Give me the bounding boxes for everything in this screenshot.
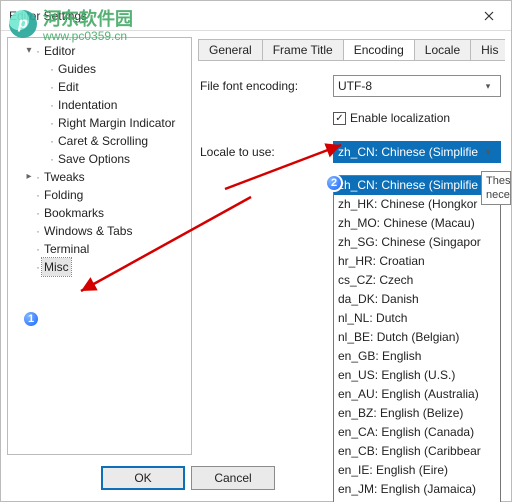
locale-option[interactable]: en_AU: English (Australia) [334, 385, 500, 404]
locale-label: Locale to use: [198, 145, 333, 159]
tree-twisty-icon: ▾ [22, 42, 36, 60]
locale-option[interactable]: zh_MO: Chinese (Macau) [334, 214, 500, 233]
tree-item[interactable]: ▸·Tweaks [8, 168, 191, 186]
titlebar: Editor Settings [1, 1, 511, 31]
locale-dropdown[interactable]: zh_CN: Chinese (Simplifiezh_HK: Chinese … [333, 175, 501, 502]
tree-item-label: Misc [42, 258, 71, 276]
tree-bullet: · [50, 60, 54, 78]
tree-item-label: Bookmarks [42, 204, 106, 222]
tree-bullet: · [36, 240, 40, 258]
locale-option[interactable]: hr_HR: Croatian [334, 252, 500, 271]
tree-item[interactable]: ·Guides [8, 60, 191, 78]
window-title: Editor Settings [9, 9, 467, 23]
locale-option[interactable]: en_BZ: English (Belize) [334, 404, 500, 423]
tree-bullet: · [50, 114, 54, 132]
locale-option[interactable]: en_US: English (U.S.) [334, 366, 500, 385]
tab[interactable]: General [198, 39, 263, 61]
enable-localization-checkbox[interactable]: ✓ Enable localization [333, 111, 505, 125]
tree-item[interactable]: ·Right Margin Indicator [8, 114, 191, 132]
tree-item-label: Edit [56, 78, 81, 96]
chevron-down-icon: ▾ [480, 81, 496, 92]
tab[interactable]: Encoding [343, 39, 415, 61]
locale-option[interactable]: nl_BE: Dutch (Belgian) [334, 328, 500, 347]
locale-option[interactable]: en_JM: English (Jamaica) [334, 480, 500, 499]
tree-item-label: Windows & Tabs [42, 222, 134, 240]
locale-option[interactable]: da_DK: Danish [334, 290, 500, 309]
locale-option[interactable]: cs_CZ: Czech [334, 271, 500, 290]
locale-option[interactable]: en_CA: English (Canada) [334, 423, 500, 442]
locale-option[interactable]: en_CB: English (Caribbear [334, 442, 500, 461]
tree-item[interactable]: ·Indentation [8, 96, 191, 114]
tree-bullet: · [50, 150, 54, 168]
locale-value: zh_CN: Chinese (Simplifie [338, 145, 480, 159]
tree-bullet: · [36, 42, 40, 60]
close-button[interactable] [467, 2, 511, 30]
locale-option[interactable]: en_GB: English [334, 347, 500, 366]
tree-twisty-icon: ▸ [22, 168, 36, 186]
tree-bullet: · [36, 168, 40, 186]
tree-bullet: · [50, 96, 54, 114]
font-encoding-value: UTF-8 [338, 79, 480, 93]
tree-item-label: Terminal [42, 240, 91, 258]
tab-bar: GeneralFrame TitleEncodingLocaleHis ◄ ► [198, 37, 505, 61]
locale-option[interactable]: zh_HK: Chinese (Hongkor [334, 195, 500, 214]
tree-item[interactable]: ·Windows & Tabs [8, 222, 191, 240]
tree-item[interactable]: ·Caret & Scrolling [8, 132, 191, 150]
chevron-down-icon: ▾ [480, 147, 496, 158]
tree-bullet: · [36, 222, 40, 240]
checkbox-icon: ✓ [333, 112, 346, 125]
content-panel: GeneralFrame TitleEncodingLocaleHis ◄ ► … [198, 37, 505, 455]
font-encoding-combo[interactable]: UTF-8 ▾ [333, 75, 501, 97]
tree-bullet: · [36, 204, 40, 222]
locale-option[interactable]: zh_SG: Chinese (Singapor [334, 233, 500, 252]
cancel-button[interactable]: Cancel [191, 466, 275, 490]
font-encoding-label: File font encoding: [198, 79, 333, 93]
tab[interactable]: Locale [414, 39, 471, 61]
tree-bullet: · [50, 78, 54, 96]
tree-bullet: · [36, 186, 40, 204]
tree-item[interactable]: ·Edit [8, 78, 191, 96]
tab[interactable]: His [470, 39, 505, 61]
tree-bullet: · [50, 132, 54, 150]
locale-option[interactable]: zh_CN: Chinese (Simplifie [334, 176, 500, 195]
tree-item-label: Guides [56, 60, 98, 78]
tree-item-label: Right Margin Indicator [56, 114, 177, 132]
tree-item[interactable]: ·Folding [8, 186, 191, 204]
tab[interactable]: Frame Title [262, 39, 344, 61]
tree-item-label: Tweaks [42, 168, 87, 186]
tree-item-label: Editor [42, 42, 77, 60]
tree-item[interactable]: ·Misc [8, 258, 191, 276]
settings-tree[interactable]: ▾·Editor·Guides·Edit·Indentation·Right M… [7, 37, 192, 455]
close-icon [484, 11, 494, 21]
editor-settings-window: Editor Settings ▾·Editor·Guides·Edit·Ind… [0, 0, 512, 502]
tree-item-label: Caret & Scrolling [56, 132, 150, 150]
tree-bullet: · [36, 258, 40, 276]
tree-item[interactable]: ·Save Options [8, 150, 191, 168]
enable-localization-label: Enable localization [350, 111, 450, 125]
tree-item[interactable]: ·Terminal [8, 240, 191, 258]
tree-item-label: Indentation [56, 96, 119, 114]
tree-item-label: Save Options [56, 150, 132, 168]
locale-option[interactable]: nl_NL: Dutch [334, 309, 500, 328]
tree-item[interactable]: ▾·Editor [8, 42, 191, 60]
locale-combo[interactable]: zh_CN: Chinese (Simplifie ▾ [333, 141, 501, 163]
tree-item[interactable]: ·Bookmarks [8, 204, 191, 222]
tree-item-label: Folding [42, 186, 85, 204]
locale-option[interactable]: en_IE: English (Eire) [334, 461, 500, 480]
encoding-panel: File font encoding: UTF-8 ▾ ✓ Enable loc… [198, 61, 505, 455]
ok-button[interactable]: OK [101, 466, 185, 490]
